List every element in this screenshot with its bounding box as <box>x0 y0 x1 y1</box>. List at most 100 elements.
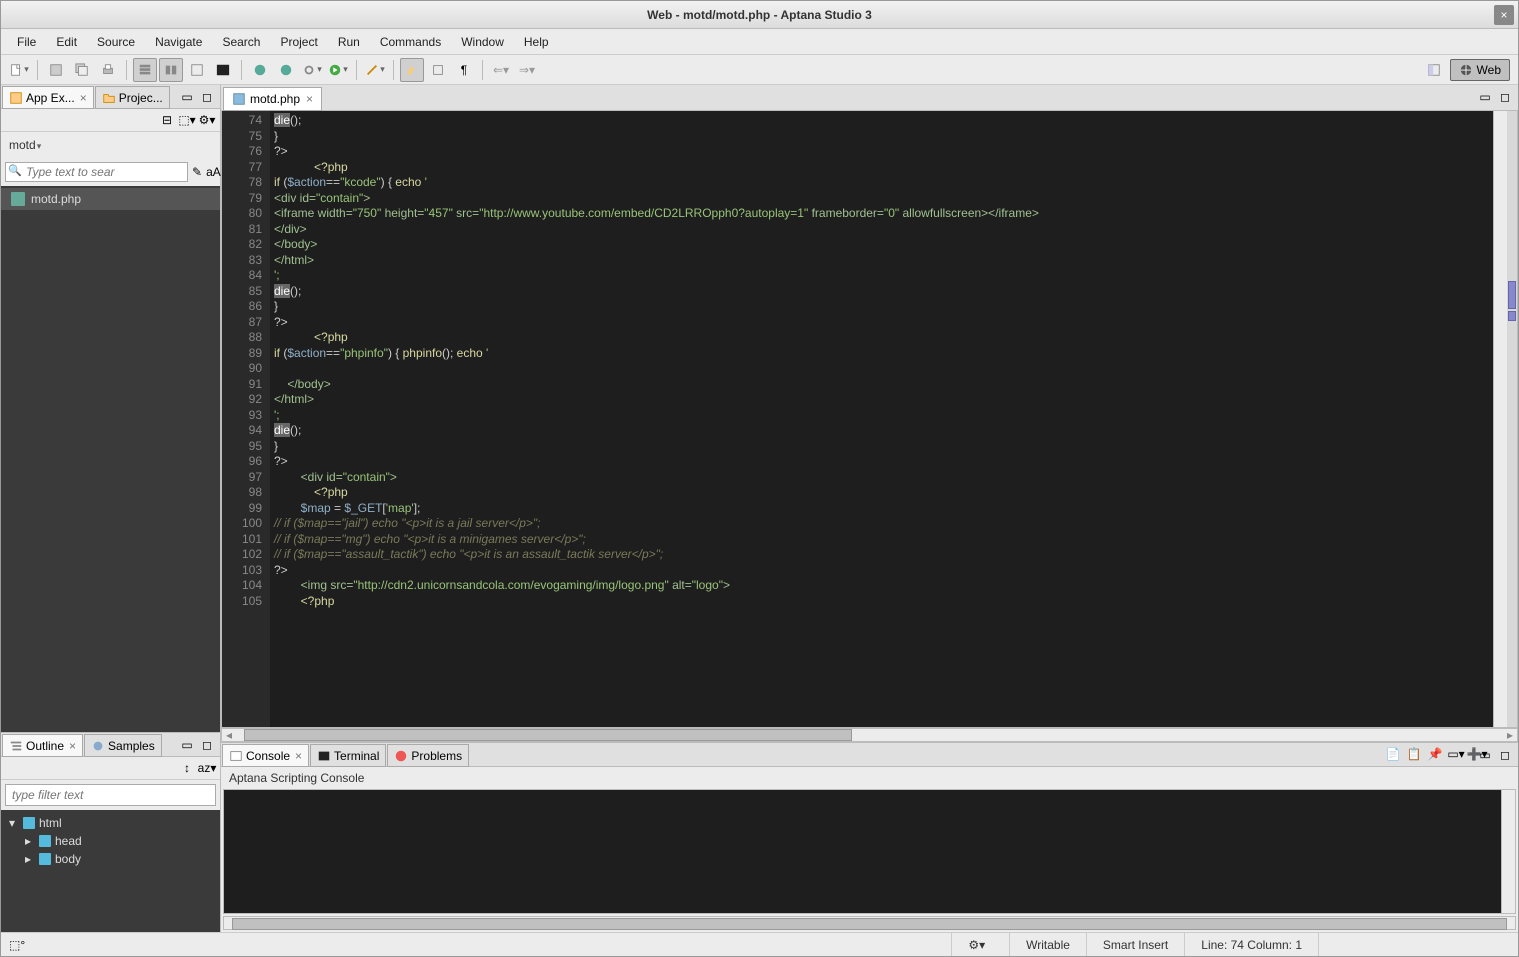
minimize-view-button[interactable]: ▭ <box>178 736 196 754</box>
view-toggle-3[interactable] <box>185 58 209 82</box>
minimize-editor-button[interactable]: ▭ <box>1476 88 1494 106</box>
horizontal-scrollbar[interactable] <box>223 916 1516 930</box>
vertical-scrollbar[interactable] <box>1493 111 1507 727</box>
highlight-button[interactable] <box>400 58 424 82</box>
collapse-all-button[interactable]: ⊟ <box>158 111 176 129</box>
separator <box>356 60 357 80</box>
overview-ruler[interactable] <box>1507 111 1517 727</box>
view-menu-button[interactable]: ⚙▾ <box>198 111 216 129</box>
menu-project[interactable]: Project <box>270 31 327 53</box>
menu-file[interactable]: File <box>7 31 46 53</box>
tab-terminal[interactable]: Terminal <box>310 744 386 767</box>
statusbar: ⬚° ⚙▾ Writable Smart Insert Line: 74 Col… <box>1 932 1518 956</box>
console-display[interactable]: ▭▾ <box>1447 745 1465 763</box>
save-all-button[interactable] <box>70 58 94 82</box>
link-editor-button[interactable]: ⬚▾ <box>178 111 196 129</box>
maximize-view-button[interactable]: ◻ <box>198 88 216 106</box>
wand-dropdown[interactable]: ▾ <box>363 58 387 82</box>
problems-icon <box>394 749 408 763</box>
save-button[interactable] <box>44 58 68 82</box>
run-dropdown[interactable]: ▾ <box>326 58 350 82</box>
tab-samples[interactable]: Samples <box>84 734 162 757</box>
tab-problems[interactable]: Problems <box>387 744 469 767</box>
tree-node[interactable]: ▸head <box>21 832 216 850</box>
tab-outline[interactable]: Outline × <box>2 734 83 757</box>
outline-tree[interactable]: ▾html▸head▸body <box>1 810 220 932</box>
code-editor[interactable]: 7475767778798081828384858687888990919293… <box>221 111 1518 728</box>
console-pin[interactable]: 📌 <box>1426 745 1444 763</box>
tree-node[interactable]: ▸body <box>21 850 216 868</box>
vertical-scrollbar[interactable] <box>1501 790 1515 913</box>
outline-filter-input[interactable] <box>5 784 216 806</box>
separator <box>126 60 127 80</box>
status-writable: Writable <box>1009 933 1086 956</box>
tab-console[interactable]: Console × <box>222 744 309 767</box>
show-views-button[interactable]: ⬚° <box>9 938 25 952</box>
perspective-web[interactable]: Web <box>1450 59 1510 81</box>
line-gutter: 7475767778798081828384858687888990919293… <box>222 111 270 727</box>
menu-navigate[interactable]: Navigate <box>145 31 212 53</box>
console-action-1[interactable]: 📄 <box>1384 745 1402 763</box>
view-toggle-1[interactable] <box>133 58 157 82</box>
maximize-view-button[interactable]: ◻ <box>1496 746 1514 764</box>
menu-window[interactable]: Window <box>451 31 514 53</box>
outline-menu[interactable]: az▾ <box>198 759 216 777</box>
maximize-editor-button[interactable]: ◻ <box>1496 88 1514 106</box>
tab-label: Problems <box>411 749 462 763</box>
code-content[interactable]: die();}?> <?phpif ($action=="kcode") { e… <box>270 111 1493 727</box>
menu-edit[interactable]: Edit <box>46 31 87 53</box>
tab-label: Outline <box>26 739 64 753</box>
close-icon[interactable]: × <box>306 92 313 106</box>
explorer-icon <box>9 91 23 105</box>
nav-back-button[interactable]: ⇐▾ <box>489 58 513 82</box>
horizontal-scrollbar[interactable]: ◂ ▸ <box>221 728 1518 742</box>
terminal-button[interactable] <box>211 58 235 82</box>
menu-commands[interactable]: Commands <box>370 31 451 53</box>
samples-icon <box>91 739 105 753</box>
gear-icon[interactable]: ⚙▾ <box>968 938 985 952</box>
menu-search[interactable]: Search <box>212 31 270 53</box>
open-perspective-button[interactable] <box>1422 58 1446 82</box>
tab-label: Samples <box>108 739 155 753</box>
close-icon[interactable]: × <box>69 739 76 753</box>
scroll-thumb[interactable] <box>232 918 1507 930</box>
nav-forward-button[interactable]: ⇒▾ <box>515 58 539 82</box>
separator <box>393 60 394 80</box>
close-icon[interactable]: × <box>295 749 302 763</box>
sort-button[interactable]: ↕ <box>178 759 196 777</box>
minimize-view-button[interactable]: ▭ <box>1476 746 1494 764</box>
file-tree[interactable]: motd.php <box>1 186 220 732</box>
maximize-view-button[interactable]: ◻ <box>198 736 216 754</box>
file-item[interactable]: motd.php <box>1 188 220 210</box>
window-close-button[interactable]: × <box>1494 5 1514 25</box>
gear-dropdown[interactable]: ▾ <box>300 58 324 82</box>
new-button[interactable]: ▾ <box>7 58 31 82</box>
toggle-a[interactable] <box>426 58 450 82</box>
browser-forward-button[interactable] <box>274 58 298 82</box>
separator <box>37 60 38 80</box>
minimize-view-button[interactable]: ▭ <box>178 88 196 106</box>
outline-icon <box>9 739 23 753</box>
console-title: Aptana Scripting Console <box>221 767 1518 789</box>
wand-icon[interactable]: ✎ <box>192 163 202 181</box>
editor-tab-label: motd.php <box>250 92 300 106</box>
print-button[interactable] <box>96 58 120 82</box>
editor-tab[interactable]: motd.php × <box>223 87 322 111</box>
view-toggle-2[interactable] <box>159 58 183 82</box>
scroll-thumb[interactable] <box>244 729 852 741</box>
console-output[interactable] <box>223 789 1516 914</box>
console-action-2[interactable]: 📋 <box>1405 745 1423 763</box>
toggle-pilcrow[interactable]: ¶ <box>452 58 476 82</box>
menu-source[interactable]: Source <box>87 31 145 53</box>
tab-app-explorer[interactable]: App Ex... × <box>2 86 94 109</box>
php-file-icon <box>11 192 25 206</box>
search-input[interactable] <box>5 162 188 182</box>
project-selector[interactable]: motd▾ <box>1 132 220 158</box>
close-icon[interactable]: × <box>80 91 87 105</box>
case-sensitive-toggle[interactable]: aA <box>206 163 221 181</box>
menu-help[interactable]: Help <box>514 31 559 53</box>
menu-run[interactable]: Run <box>328 31 370 53</box>
tab-project-explorer[interactable]: Projec... <box>95 86 170 109</box>
browser-back-button[interactable] <box>248 58 272 82</box>
tree-node[interactable]: ▾html <box>5 814 216 832</box>
